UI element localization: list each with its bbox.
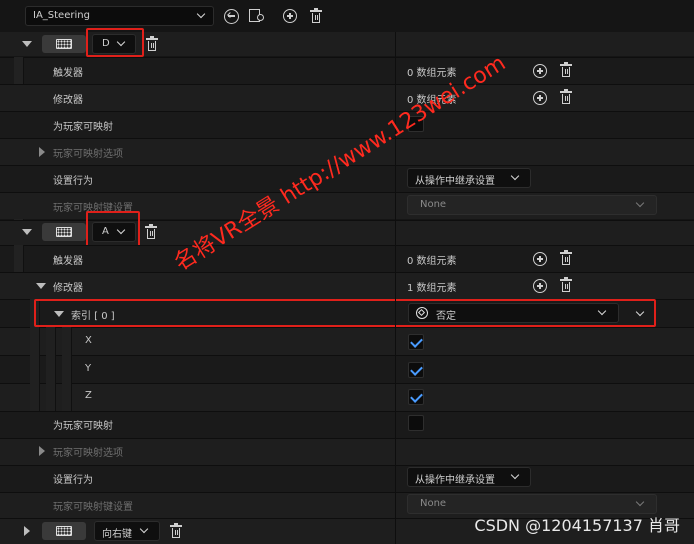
- add-modifier-icon[interactable]: [533, 91, 547, 105]
- delete-mapping-icon[interactable]: [146, 36, 158, 51]
- triggers-label: 触发器: [53, 256, 83, 267]
- chevron-down-icon: [510, 470, 520, 480]
- expand-arrow-icon[interactable]: [39, 446, 45, 456]
- collapse-arrow-icon[interactable]: [22, 41, 32, 47]
- keyboard-key-selector-button[interactable]: [42, 35, 86, 53]
- chevron-down-icon: [510, 171, 520, 181]
- property-row-triggers: [0, 245, 694, 272]
- triggers-label: 触发器: [53, 68, 83, 79]
- clear-modifiers-icon[interactable]: [560, 277, 572, 292]
- expand-arrow-icon[interactable]: [39, 147, 45, 157]
- clear-modifiers-icon[interactable]: [560, 89, 572, 104]
- player-mappable-options-label: 玩家可映射选项: [53, 149, 123, 160]
- player-mappable-key-settings-label: 玩家可映射键设置: [53, 502, 133, 513]
- property-row-modifiers: [0, 272, 694, 299]
- indent-guide: [62, 383, 72, 411]
- y-checkbox[interactable]: [408, 362, 424, 378]
- setting-behavior-label: 设置行为: [53, 475, 93, 486]
- add-modifier-icon[interactable]: [533, 279, 547, 293]
- clear-triggers-icon[interactable]: [560, 62, 572, 77]
- keyboard-icon: [56, 39, 72, 49]
- player-mappable-label: 为玩家可映射: [53, 122, 113, 133]
- browse-asset-icon[interactable]: [249, 9, 266, 24]
- add-trigger-icon[interactable]: [533, 64, 547, 78]
- player-mappable-options-label: 玩家可映射选项: [53, 448, 123, 459]
- property-row-setting-behavior: [0, 465, 694, 492]
- x-label: X: [85, 335, 92, 346]
- property-row-modifiers: [0, 84, 694, 111]
- player-mappable-checkbox[interactable]: [408, 415, 424, 431]
- indent-guide: [46, 383, 56, 411]
- property-row-x: [0, 327, 694, 355]
- key-label: 向右键: [102, 529, 132, 540]
- corner-watermark: CSDN @1204157137 肖哥: [474, 516, 680, 535]
- highlight-box-key-d: [86, 28, 144, 57]
- modifiers-label: 修改器: [53, 95, 83, 106]
- setting-behavior-label: 设置行为: [53, 176, 93, 187]
- add-trigger-icon[interactable]: [533, 252, 547, 266]
- collapse-arrow-icon[interactable]: [22, 229, 32, 235]
- delete-mapping-icon[interactable]: [145, 224, 157, 239]
- collapse-arrow-icon[interactable]: [36, 283, 46, 289]
- setting-behavior-dropdown[interactable]: 从操作中继承设置: [407, 168, 531, 188]
- keyboard-icon: [56, 227, 72, 237]
- property-row-triggers: [0, 57, 694, 84]
- z-checkbox[interactable]: [408, 389, 424, 405]
- setting-behavior-dropdown[interactable]: 从操作中继承设置: [407, 467, 531, 487]
- x-checkbox[interactable]: [408, 334, 424, 350]
- clear-triggers-icon[interactable]: [560, 250, 572, 265]
- y-label: Y: [85, 363, 92, 374]
- highlight-box-index: [34, 299, 656, 327]
- use-selected-asset-icon[interactable]: [224, 9, 239, 24]
- z-label: Z: [85, 390, 92, 401]
- triggers-count: 0 数组元素: [407, 256, 457, 267]
- property-row-y: [0, 355, 694, 383]
- delete-mapping-icon[interactable]: [170, 523, 182, 538]
- chevron-down-icon: [196, 9, 206, 19]
- key-dropdown-right[interactable]: 向右键: [94, 521, 160, 541]
- player-mappable-label: 为玩家可映射: [53, 421, 113, 432]
- keyboard-icon: [56, 526, 72, 536]
- property-row-z: [0, 383, 694, 411]
- setting-behavior-value: 从操作中继承设置: [415, 475, 495, 486]
- modifiers-label: 修改器: [53, 283, 83, 294]
- player-mappable-key-settings-dropdown[interactable]: None: [407, 494, 657, 514]
- asset-name: IA_Steering: [33, 10, 90, 21]
- expand-arrow-icon[interactable]: [24, 526, 30, 536]
- chevron-down-icon: [635, 497, 645, 507]
- keyboard-key-selector-button[interactable]: [42, 522, 86, 540]
- chevron-down-icon: [139, 524, 149, 534]
- delete-all-icon[interactable]: [310, 8, 322, 23]
- chevron-down-icon: [635, 198, 645, 208]
- setting-behavior-value: 从操作中继承设置: [415, 176, 495, 187]
- keyboard-key-selector-button[interactable]: [42, 223, 86, 241]
- add-element-icon[interactable]: [283, 9, 297, 23]
- player-mappable-key-settings-value: None: [420, 199, 447, 210]
- player-mappable-key-settings-value: None: [420, 498, 447, 509]
- asset-picker[interactable]: IA_Steering: [25, 6, 214, 26]
- indent-guide: [30, 383, 40, 411]
- modifiers-count: 1 数组元素: [407, 283, 457, 294]
- player-mappable-key-settings-dropdown[interactable]: None: [407, 195, 657, 215]
